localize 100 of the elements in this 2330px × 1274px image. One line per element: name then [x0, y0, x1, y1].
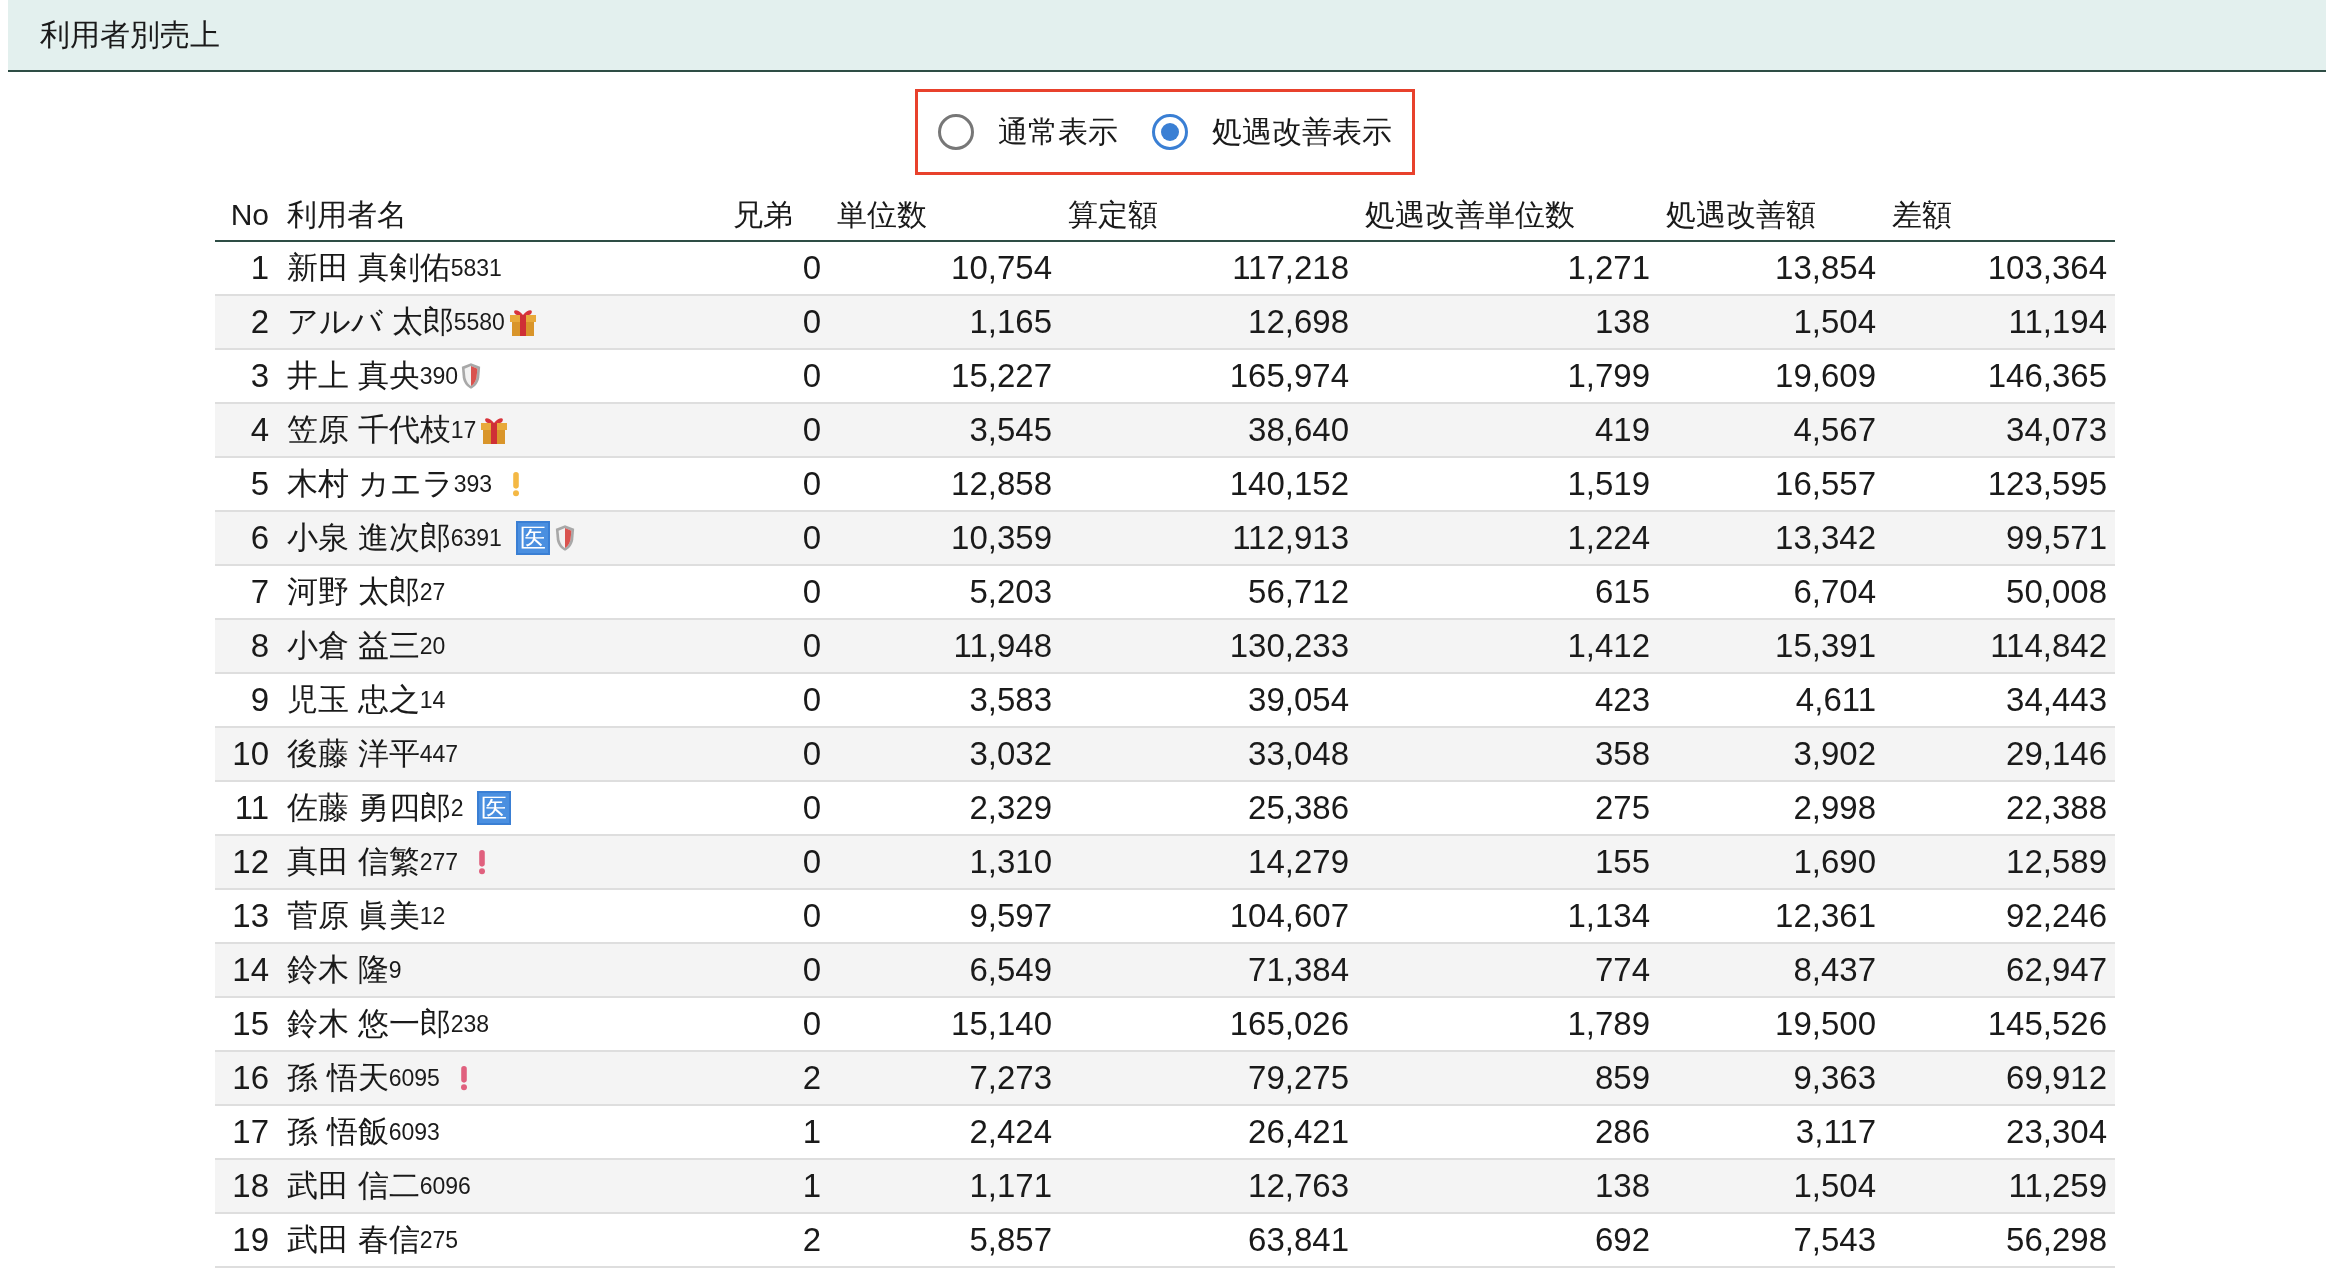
column-header: 処遇改善単位数 [1364, 196, 1576, 233]
table-cell-text: 4,611 [1794, 681, 1877, 719]
column-header: 利用者名 [286, 196, 408, 233]
user-id: 390 [419, 362, 458, 389]
user-name: 井上 真央 [287, 357, 420, 395]
table-cell-text: 0 [801, 789, 822, 827]
row-number: 19 [231, 1221, 270, 1259]
table-cell-text: 0 [801, 357, 822, 395]
table-cell-text: 1 [801, 1167, 822, 1205]
table-cell-text: 0 [801, 411, 822, 449]
table-cell-text: 11,948 [952, 627, 1053, 665]
row-number: 11 [233, 789, 270, 827]
table-cell-text: 1,690 [1792, 843, 1877, 881]
table-cell-text: 3,545 [968, 411, 1053, 449]
table-cell-text: 123,595 [1986, 465, 2108, 503]
user-name: 菅原 眞美 [287, 897, 420, 935]
page-title: 利用者別売上 [40, 16, 220, 53]
table-cell-text: 71,384 [1247, 951, 1350, 989]
table-cell-text: 23,304 [2005, 1113, 2108, 1151]
user-name: 孫 悟天 [287, 1059, 389, 1097]
user-id: 20 [419, 632, 446, 660]
row-number: 16 [231, 1059, 270, 1097]
table-cell-text: 1,224 [1566, 519, 1651, 557]
table-cell-text: 103,364 [1986, 249, 2108, 287]
table-cell-text: 50,008 [2005, 573, 2108, 611]
user-name: 鈴木 隆 [287, 951, 389, 989]
user-id: 5580 [453, 308, 505, 336]
table-cell-text: 419 [1593, 411, 1651, 449]
row-number: 17 [231, 1113, 270, 1151]
table-cell-text: 38,640 [1247, 411, 1350, 449]
table-cell-text: 19,609 [1774, 357, 1877, 395]
table-cell-text: 692 [1593, 1221, 1651, 1259]
table-cell-text: 615 [1593, 573, 1651, 611]
user-name: 児玉 忠之 [287, 681, 420, 719]
table-cell-text: 12,763 [1247, 1167, 1350, 1205]
table-cell-text: 16,557 [1774, 465, 1877, 503]
table-cell-text: 5,203 [968, 573, 1053, 611]
table-cell-text: 69,912 [2005, 1059, 2108, 1097]
table-cell-text: 34,443 [2005, 681, 2108, 719]
table-cell-text: 1,310 [968, 843, 1053, 881]
row-number: 12 [231, 843, 270, 881]
user-name: 武田 信二 [287, 1167, 420, 1205]
table-cell-text: 56,712 [1247, 573, 1350, 611]
table-cell-text: 0 [801, 1005, 822, 1043]
display-mode-radio[interactable]: 処遇改善表示 [1152, 111, 1392, 153]
row-number: 10 [231, 735, 270, 773]
table-cell-text: 25,386 [1247, 789, 1350, 827]
table-cell-text: 0 [801, 519, 822, 557]
table-cell-text: 3,032 [968, 735, 1053, 773]
user-id: 6095 [388, 1064, 440, 1092]
table-cell-text: 2,329 [968, 789, 1053, 827]
table-cell-text: 12,589 [2005, 843, 2108, 881]
table-cell-text: 29,146 [2005, 735, 2108, 773]
row-number: 13 [231, 897, 270, 935]
row-number: 8 [249, 627, 270, 665]
table-cell-text: 6,549 [968, 951, 1053, 989]
table-cell-text: 1,519 [1566, 465, 1651, 503]
table-cell-text: 7,273 [968, 1059, 1053, 1097]
table-cell-text: 3,583 [968, 681, 1053, 719]
shield-icon [553, 524, 576, 552]
table-cell-text: 12,361 [1774, 897, 1877, 935]
column-header: 算定額 [1067, 196, 1159, 233]
table-cell-text: 117,218 [1231, 249, 1350, 287]
display-mode-radio[interactable]: 通常表示 [938, 111, 1118, 153]
table-cell-text: 146,365 [1986, 357, 2108, 395]
table-cell-text: 1,799 [1566, 357, 1651, 395]
table-cell-text: 62,947 [2005, 951, 2108, 989]
table-cell-text: 155 [1593, 843, 1651, 881]
user-id: 6391 [450, 524, 502, 552]
user-id: 277 [419, 848, 458, 876]
table-cell-text: 79,275 [1247, 1059, 1350, 1097]
user-name: アルバ 太郎 [287, 303, 454, 341]
table-cell-text: 1,504 [1792, 1167, 1877, 1205]
user-id: 238 [450, 1010, 489, 1038]
row-number: 5 [249, 465, 270, 503]
user-id: 9 [388, 956, 402, 984]
column-header: 単位数 [836, 196, 928, 233]
user-name: 鈴木 悠一郎 [287, 1005, 451, 1043]
row-number: 4 [249, 411, 270, 449]
user-name: 小倉 益三 [287, 627, 420, 665]
table-cell-text: 0 [801, 465, 822, 503]
table-cell-text: 11,194 [2007, 303, 2108, 341]
row-number: 15 [231, 1005, 270, 1043]
user-name: 小泉 進次郎 [287, 519, 451, 557]
row-number: 3 [249, 357, 270, 395]
user-id: 447 [419, 740, 458, 767]
table-cell-text: 286 [1593, 1113, 1651, 1151]
table-cell-text: 3,902 [1792, 735, 1877, 773]
table-cell-text: 2,998 [1792, 789, 1877, 827]
table-cell-text: 165,026 [1228, 1005, 1350, 1043]
user-id: 6093 [388, 1118, 440, 1146]
column-header: No [229, 198, 270, 232]
table-cell-text: 2 [801, 1059, 822, 1097]
table-cell-text: 130,233 [1228, 627, 1350, 665]
table-cell-text: 12,858 [950, 465, 1053, 503]
table-cell-text: 26,421 [1247, 1113, 1350, 1151]
table-cell-text: 0 [801, 681, 822, 719]
user-id: 27 [419, 578, 446, 606]
table-cell-text: 423 [1593, 681, 1651, 719]
user-name: 武田 春信 [287, 1221, 420, 1259]
